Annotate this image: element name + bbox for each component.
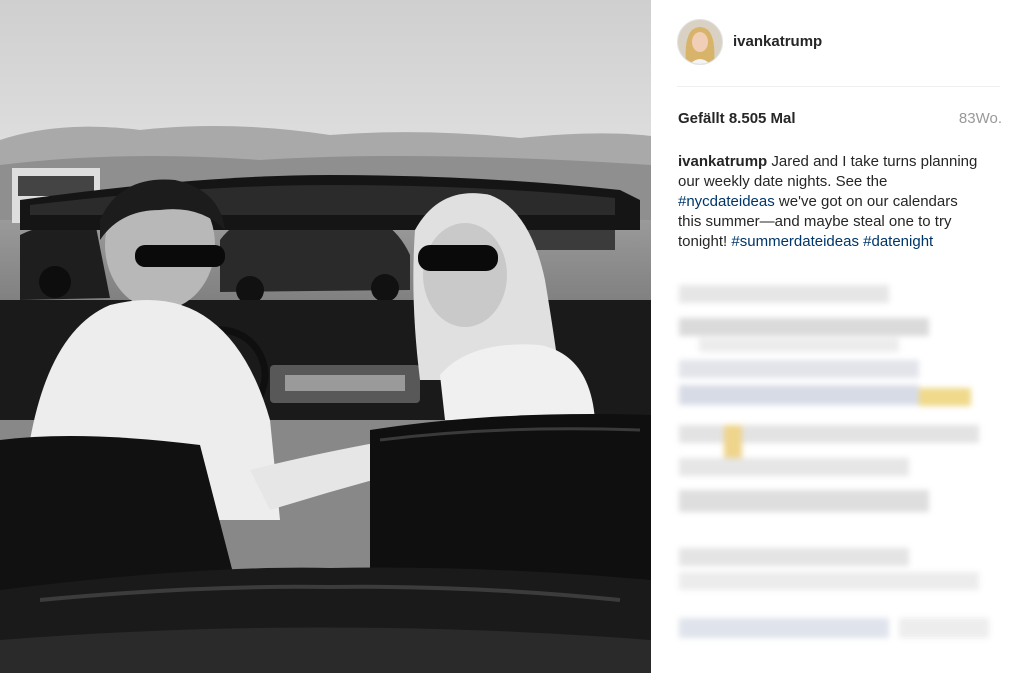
blurred-block	[679, 572, 979, 590]
post-sidebar: ivankatrump Gefällt 8.505 Mal 83Wo. ivan…	[651, 0, 1010, 673]
header-divider	[677, 86, 1000, 87]
caption-username[interactable]: ivankatrump	[678, 153, 767, 170]
blurred-block	[679, 285, 889, 303]
hashtag-datenight[interactable]: #datenight	[863, 233, 933, 250]
hashtag-nycdateideas[interactable]: #nycdateideas	[678, 193, 775, 210]
blurred-block	[679, 385, 919, 405]
blurred-block	[679, 548, 909, 566]
blurred-block	[679, 490, 929, 512]
post-header: ivankatrump	[651, 0, 1010, 86]
post-age[interactable]: 83Wo.	[959, 110, 1002, 127]
convertible-photo-icon	[0, 0, 651, 673]
profile-photo-icon	[678, 20, 722, 64]
post-photo[interactable]	[0, 0, 651, 673]
likes-count[interactable]: Gefällt 8.505 Mal	[678, 110, 796, 127]
blurred-block	[679, 360, 919, 378]
blurred-block	[679, 318, 929, 336]
blurred-block	[899, 618, 989, 638]
avatar[interactable]	[677, 19, 723, 65]
blurred-block	[724, 425, 742, 459]
blurred-block	[679, 458, 909, 476]
blurred-comments	[669, 280, 1009, 660]
hashtag-summerdateideas[interactable]: #summerdateideas	[731, 233, 859, 250]
post-username[interactable]: ivankatrump	[733, 33, 822, 50]
post-caption: ivankatrump Jared and I take turns plann…	[678, 152, 978, 252]
blurred-block	[679, 618, 889, 638]
blurred-block	[699, 338, 899, 352]
blurred-block	[919, 388, 971, 406]
